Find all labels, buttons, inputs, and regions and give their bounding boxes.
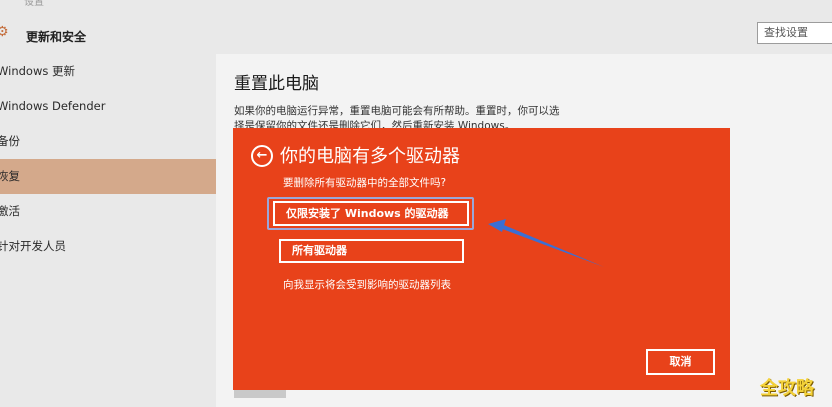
cancel-button[interactable]: 取消	[646, 349, 715, 375]
show-affected-drives-link[interactable]: 向我显示将会受到影响的驱动器列表	[283, 277, 451, 292]
dialog-question: 要删除所有驱动器中的全部文件吗?	[283, 177, 447, 189]
sidebar: Windows 更新 Windows Defender 备份 恢复 激活 针对开…	[0, 54, 216, 407]
sidebar-item-label: 恢复	[0, 169, 20, 183]
sidebar-item-activation[interactable]: 激活	[0, 194, 216, 229]
watermark-logo: 全攻略	[760, 378, 814, 399]
all-drives-button[interactable]: 所有驱动器	[279, 239, 464, 263]
search-input[interactable]: 查找设置	[757, 22, 832, 44]
gear-icon: ⚙	[0, 24, 9, 40]
only-windows-drive-button[interactable]: 仅限安装了 Windows 的驱动器	[273, 201, 469, 226]
sidebar-item-label: 备份	[0, 134, 20, 148]
sidebar-item-backup[interactable]: 备份	[0, 124, 216, 159]
sidebar-item-recovery[interactable]: 恢复	[0, 159, 216, 194]
settings-header: ⚙ 更新和安全	[0, 14, 832, 54]
sidebar-item-windows-defender[interactable]: Windows Defender	[0, 89, 216, 124]
sidebar-item-label: 激活	[0, 204, 20, 218]
dialog-title: 你的电脑有多个驱动器	[280, 146, 460, 167]
sidebar-item-for-developers[interactable]: 针对开发人员	[0, 229, 216, 264]
window-title: 设置	[24, 0, 44, 8]
sidebar-item-windows-update[interactable]: Windows 更新	[0, 54, 216, 89]
sidebar-item-label: Windows Defender	[0, 99, 106, 113]
page-category-title: 更新和安全	[26, 30, 87, 44]
back-arrow-icon[interactable]: ←	[251, 145, 273, 167]
sidebar-item-label: Windows 更新	[0, 64, 75, 78]
sidebar-item-label: 针对开发人员	[0, 239, 66, 253]
page-description: 如果你的电脑运行异常，重置电脑可能会有所帮助。重置时，你可以选择是保留你的文件还…	[234, 105, 560, 130]
page-title: 重置此电脑	[234, 74, 319, 94]
window-title-bar: 设置	[0, 0, 832, 14]
